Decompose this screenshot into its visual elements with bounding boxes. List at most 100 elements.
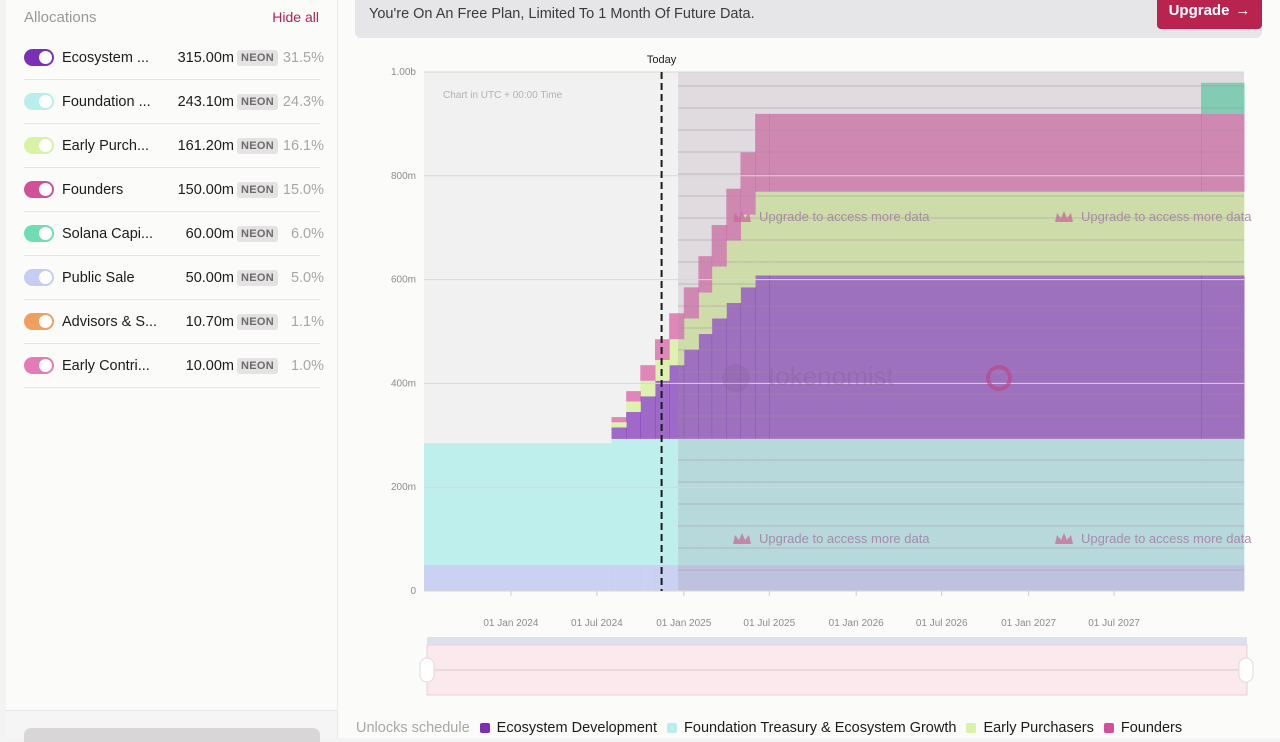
- series-segment: [611, 422, 627, 428]
- allocation-toggle[interactable]: [24, 357, 54, 374]
- x-tick-label: 01 Jan 2025: [656, 618, 711, 629]
- allocation-amount: 315.00m: [177, 49, 234, 66]
- allocation-amount: 161.20m: [177, 137, 234, 154]
- hide-all-button[interactable]: Hide all: [272, 9, 319, 25]
- series-segment: [626, 391, 641, 402]
- allocation-toggle[interactable]: [24, 137, 54, 154]
- allocation-amount: 50.00m: [185, 269, 234, 286]
- navigator-right-handle[interactable]: [1238, 657, 1254, 683]
- allocations-header: Allocations Hide all: [24, 8, 319, 26]
- sidebar-footer: [6, 710, 337, 742]
- allocation-toggle[interactable]: [24, 269, 54, 286]
- allocation-name: Early Purch...: [62, 137, 150, 154]
- navigator-left-handle[interactable]: [419, 657, 435, 683]
- token-badge: NEON: [237, 313, 278, 330]
- allocation-amount: 10.70m: [185, 313, 234, 330]
- series-segment: [626, 411, 641, 439]
- allocation-name: Foundation ...: [62, 93, 151, 110]
- x-tick-label: 01 Jan 2026: [829, 618, 884, 629]
- legend-item[interactable]: Founders: [1103, 720, 1182, 736]
- legend-swatch: [667, 723, 678, 733]
- y-tick-label: 600m: [391, 275, 416, 286]
- series-segment: [424, 565, 613, 591]
- legend-label: Ecosystem Development: [496, 720, 658, 736]
- x-tick-label: 01 Jul 2027: [1088, 618, 1140, 629]
- token-badge: NEON: [237, 269, 278, 286]
- today-label: Today: [647, 54, 677, 66]
- allocation-percent: 31.5%: [282, 49, 324, 66]
- allocation-name: Early Contri...: [62, 357, 150, 374]
- legend-item[interactable]: Early Purchasers: [966, 720, 1094, 736]
- x-tick-label: 01 Jul 2024: [571, 618, 623, 629]
- allocation-amount: 10.00m: [185, 357, 234, 374]
- allocation-percent: 24.3%: [282, 93, 324, 110]
- main-panel: You're On An Free Plan, Limited To 1 Mon…: [338, 0, 1280, 738]
- series-segment: [611, 438, 627, 566]
- series-segment: [626, 401, 641, 412]
- series-segment: [640, 565, 656, 591]
- x-tick-label: 01 Jan 2027: [1001, 618, 1056, 629]
- legend-item[interactable]: Ecosystem Development: [479, 720, 658, 736]
- legend-title: Unlocks schedule: [356, 720, 470, 736]
- allocation-row: Foundation ... 243.10m NEON 24.3%: [24, 80, 324, 124]
- series-segment: [640, 438, 656, 566]
- allocation-percent: 15.0%: [282, 181, 324, 198]
- y-tick-label: 200m: [391, 482, 416, 493]
- allocation-row: Early Contri... 10.00m NEON 1.0%: [24, 344, 324, 388]
- allocation-row: Early Purch... 161.20m NEON 16.1%: [24, 124, 324, 168]
- legend-item[interactable]: Foundation Treasury & Ecosystem Growth: [667, 720, 956, 736]
- allocation-percent: 1.0%: [290, 357, 324, 374]
- x-tick-label: 01 Jul 2025: [743, 618, 795, 629]
- allocation-name: Solana Capi...: [62, 225, 154, 242]
- allocations-list: Ecosystem ... 315.00m NEON 31.5% Foundation …: [24, 36, 324, 388]
- upgrade-message: Upgrade to access more data: [759, 209, 930, 224]
- allocation-row: Solana Capi... 60.00m NEON 6.0%: [24, 212, 324, 256]
- watermark-logo-icon: [722, 364, 750, 392]
- allocation-percent: 6.0%: [290, 225, 324, 242]
- y-tick-label: 400m: [391, 378, 416, 389]
- sidebar-footer-button[interactable]: [24, 728, 320, 742]
- y-tick-label: 800m: [391, 171, 416, 182]
- allocations-title: Allocations: [24, 8, 97, 26]
- upgrade-message: Upgrade to access more data: [1081, 531, 1252, 546]
- x-tick-label: 01 Jul 2026: [916, 618, 968, 629]
- token-badge: NEON: [237, 137, 278, 154]
- allocation-toggle[interactable]: [24, 313, 54, 330]
- allocation-toggle[interactable]: [24, 225, 54, 242]
- series-segment: [611, 417, 627, 423]
- series-segment: [611, 565, 627, 591]
- allocation-amount: 243.10m: [177, 93, 234, 110]
- series-segment: [640, 365, 656, 381]
- allocation-name: Ecosystem ...: [62, 49, 150, 66]
- allocation-toggle[interactable]: [24, 49, 54, 66]
- upgrade-message: Upgrade to access more data: [1081, 209, 1252, 224]
- legend-swatch: [966, 723, 977, 733]
- allocation-amount: 60.00m: [185, 225, 234, 242]
- legend-swatch: [1103, 723, 1114, 733]
- allocation-name: Public Sale: [62, 269, 135, 286]
- allocation-name: Advisors & S...: [62, 313, 158, 330]
- series-segment: [626, 438, 641, 566]
- series-segment: [424, 443, 613, 566]
- allocation-name: Founders: [62, 181, 124, 198]
- allocation-toggle[interactable]: [24, 93, 54, 110]
- allocation-row: Founders 150.00m NEON 15.0%: [24, 168, 324, 212]
- allocations-sidebar: Allocations Hide all Ecosystem ... 315.00…: [6, 0, 338, 742]
- unlock-chart: 0 200m 400m 600m 800m 1.00b 01 Jan 2024 01 Jul …: [391, 54, 1254, 696]
- series-segment: [611, 427, 627, 439]
- watermark-text: tokenomist: [768, 361, 894, 391]
- upgrade-message: Upgrade to access more data: [759, 531, 930, 546]
- allocation-toggle[interactable]: [24, 181, 54, 198]
- navigator-top-bar: [427, 637, 1247, 645]
- allocation-percent: 16.1%: [282, 137, 324, 154]
- legend-swatch: [479, 723, 490, 733]
- series-segment: [626, 565, 641, 591]
- token-badge: NEON: [237, 225, 278, 242]
- series-segment: [640, 396, 656, 439]
- token-badge: NEON: [237, 357, 278, 374]
- allocation-row: Public Sale 50.00m NEON 5.0%: [24, 256, 324, 300]
- locked-overlay: [678, 72, 1244, 591]
- timezone-note: Chart in UTC + 00:00 Time: [443, 90, 563, 101]
- token-badge: NEON: [237, 181, 278, 198]
- chart-legend: Unlocks schedule Ecosystem Development Fo…: [356, 720, 1192, 736]
